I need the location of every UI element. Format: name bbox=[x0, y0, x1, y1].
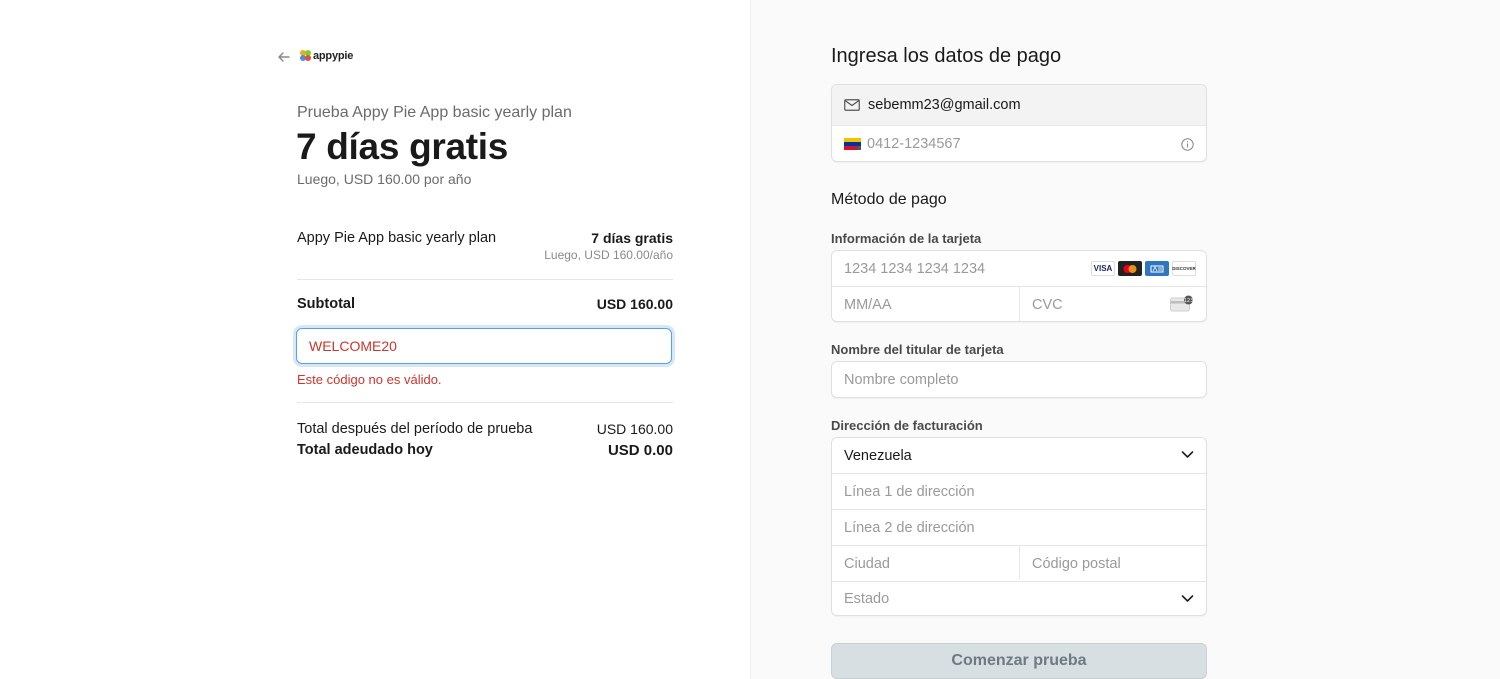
phone-field[interactable]: 0412-1234567 bbox=[832, 126, 1206, 162]
address-line2-input[interactable]: Línea 2 de dirección bbox=[832, 510, 1206, 545]
payment-method-title: Método de pago bbox=[831, 191, 947, 208]
postal-placeholder: Código postal bbox=[1032, 555, 1121, 572]
visa-icon: VISA bbox=[1091, 261, 1115, 276]
divider bbox=[297, 279, 673, 280]
mastercard-icon bbox=[1118, 261, 1142, 276]
start-trial-button[interactable]: Comenzar prueba bbox=[831, 643, 1207, 679]
holder-placeholder: Nombre completo bbox=[844, 371, 959, 388]
promo-error-message: Este código no es válido. bbox=[297, 372, 442, 387]
postal-code-input[interactable]: Código postal bbox=[1020, 546, 1206, 581]
email-value: sebemm23@gmail.com bbox=[868, 97, 1021, 113]
card-info-label: Información de la tarjeta bbox=[831, 231, 982, 246]
discover-icon: DISCOVER bbox=[1172, 261, 1196, 276]
expiry-input[interactable]: MM/AA bbox=[832, 287, 1019, 322]
holder-label: Nombre del titular de tarjeta bbox=[831, 342, 1004, 357]
card-box: 1234 1234 1234 1234 VISA DISCOVER MM/AA … bbox=[831, 250, 1207, 322]
card-number-input[interactable]: 1234 1234 1234 1234 VISA DISCOVER bbox=[832, 251, 1206, 286]
info-icon[interactable] bbox=[1181, 138, 1194, 151]
venezuela-flag-icon[interactable] bbox=[844, 138, 861, 150]
order-summary-panel: appypie Prueba Appy Pie App basic yearly… bbox=[0, 0, 750, 679]
card-brands: VISA DISCOVER bbox=[1088, 261, 1196, 276]
phone-placeholder: 0412-1234567 bbox=[867, 136, 961, 152]
trial-headline: 7 días gratis bbox=[296, 126, 509, 167]
cvc-input[interactable]: CVC 123 bbox=[1020, 287, 1206, 322]
city-placeholder: Ciudad bbox=[844, 555, 890, 572]
total-today-value: USD 0.00 bbox=[607, 442, 673, 459]
start-trial-label: Comenzar prueba bbox=[951, 652, 1087, 669]
subtotal-label: Subtotal bbox=[297, 296, 355, 312]
email-field[interactable]: sebemm23@gmail.com bbox=[832, 85, 1206, 125]
cvc-card-icon: 123 bbox=[1170, 295, 1194, 312]
promo-code-value: WELCOME20 bbox=[309, 338, 397, 354]
state-select[interactable]: Estado bbox=[832, 582, 1206, 616]
country-value: Venezuela bbox=[844, 447, 912, 464]
appypie-logo-icon bbox=[300, 50, 311, 61]
country-select[interactable]: Venezuela bbox=[832, 438, 1206, 473]
card-number-placeholder: 1234 1234 1234 1234 bbox=[844, 260, 986, 277]
total-today-label: Total adeudado hoy bbox=[297, 442, 433, 458]
expiry-placeholder: MM/AA bbox=[844, 296, 892, 313]
brand-logo[interactable]: appypie bbox=[299, 49, 353, 62]
divider bbox=[297, 402, 673, 403]
total-today-row: Total adeudado hoy USD 0.00 bbox=[297, 442, 673, 462]
promo-code-input[interactable]: WELCOME20 bbox=[296, 328, 672, 364]
address-line1-placeholder: Línea 1 de dirección bbox=[844, 483, 975, 500]
total-after-row: Total después del período de prueba USD … bbox=[297, 421, 673, 441]
total-after-value: USD 160.00 bbox=[596, 421, 673, 437]
holder-box: Nombre completo bbox=[831, 361, 1207, 398]
holder-name-input[interactable]: Nombre completo bbox=[832, 362, 1206, 397]
state-placeholder: Estado bbox=[844, 591, 890, 607]
billing-label: Dirección de facturación bbox=[831, 418, 983, 433]
payment-title: Ingresa los datos de pago bbox=[831, 45, 1062, 67]
line-item-name: Appy Pie App basic yearly plan bbox=[297, 230, 497, 246]
line-item: Appy Pie App basic yearly plan 7 días gr… bbox=[297, 230, 673, 266]
address-line2-placeholder: Línea 2 de dirección bbox=[844, 519, 975, 536]
chevron-down-icon bbox=[1181, 594, 1194, 603]
city-input[interactable]: Ciudad bbox=[832, 546, 1019, 581]
address-line1-input[interactable]: Línea 1 de dirección bbox=[832, 474, 1206, 509]
mail-icon bbox=[844, 99, 860, 111]
billing-box: Venezuela Línea 1 de dirección Línea 2 d… bbox=[831, 437, 1207, 616]
contact-box: sebemm23@gmail.com 0412-1234567 bbox=[831, 84, 1207, 162]
brand-logo-text: appypie bbox=[313, 49, 354, 62]
subtotal-value: USD 160.00 bbox=[596, 296, 673, 312]
line-item-price-sub: Luego, USD 160.00/año bbox=[544, 248, 673, 262]
renewal-note: Luego, USD 160.00 por año bbox=[297, 171, 472, 187]
cvc-placeholder: CVC bbox=[1032, 296, 1063, 313]
svg-text:123: 123 bbox=[1184, 298, 1194, 304]
chevron-down-icon bbox=[1181, 450, 1194, 459]
subtotal-row: Subtotal USD 160.00 bbox=[297, 296, 673, 316]
plan-subtitle: Prueba Appy Pie App basic yearly plan bbox=[297, 104, 572, 121]
total-after-label: Total después del período de prueba bbox=[297, 421, 533, 437]
amex-icon bbox=[1145, 261, 1169, 276]
back-arrow-icon[interactable] bbox=[276, 49, 292, 65]
line-item-price: 7 días gratis bbox=[591, 230, 673, 246]
